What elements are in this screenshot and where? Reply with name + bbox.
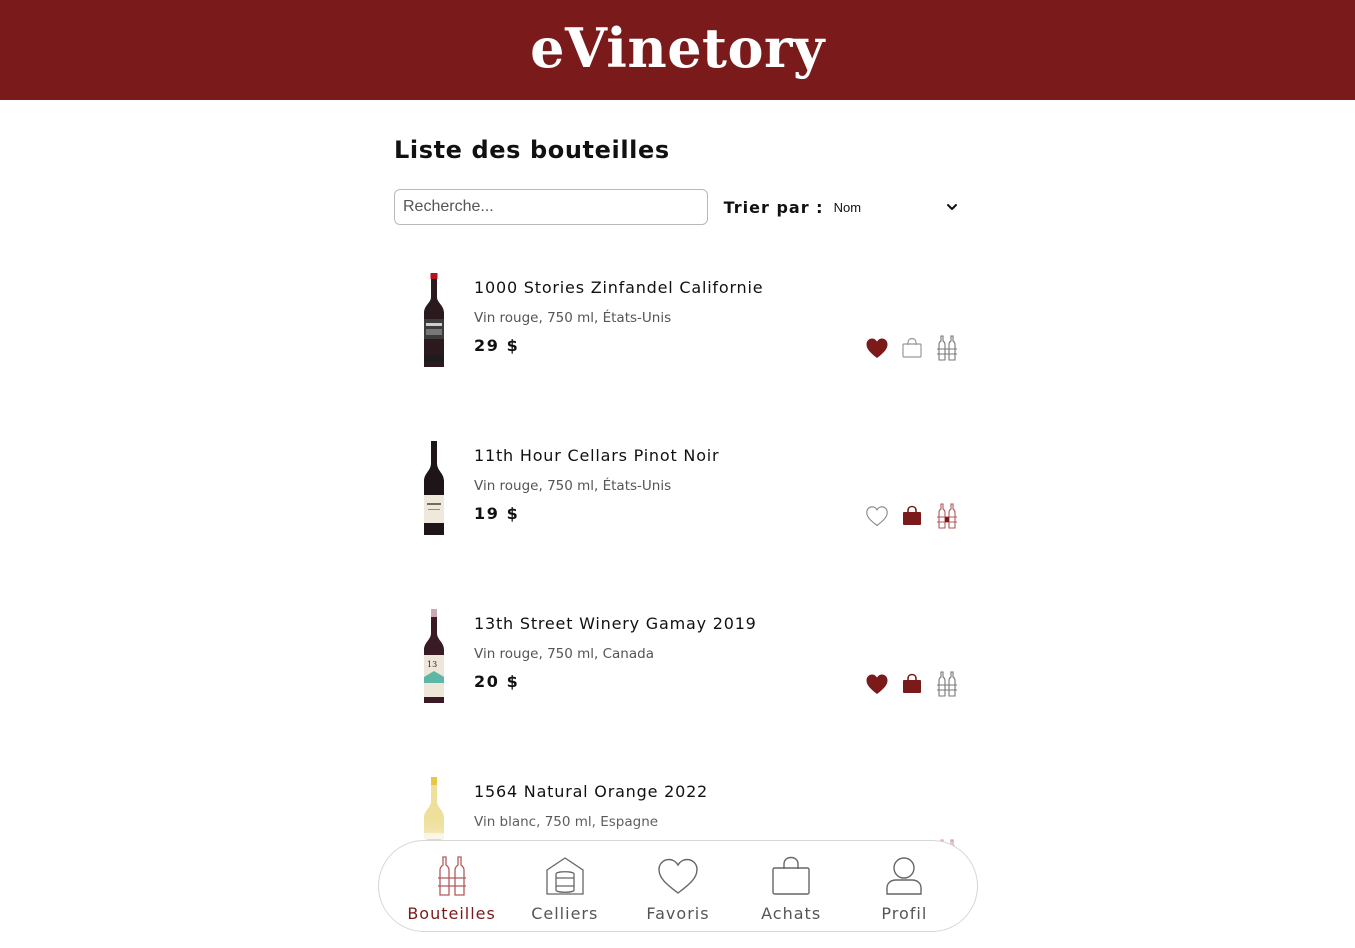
- bottle-price: 20 $: [474, 672, 520, 691]
- heart-filled-icon: [866, 338, 888, 358]
- bottle-name[interactable]: 11th Hour Cellars Pinot Noir: [474, 446, 719, 465]
- favorite-button[interactable]: [864, 503, 890, 529]
- bottle-meta: Vin rouge, 750 ml, États-Unis: [474, 478, 672, 494]
- main-content: Liste des bouteilles Trier par : Nom: [394, 120, 960, 225]
- page-title: Liste des bouteilles: [394, 136, 670, 164]
- list-item[interactable]: 1000 Stories Zinfandel Californie Vin ro…: [394, 270, 960, 438]
- nav-label: Bouteilles: [407, 904, 496, 923]
- search-input[interactable]: [394, 189, 708, 225]
- heart-icon: [656, 856, 700, 896]
- chevron-down-icon: [947, 204, 957, 210]
- list-toolbar: Trier par : Nom: [394, 189, 960, 225]
- nav-item-celliers[interactable]: Celliers: [510, 846, 620, 926]
- bottles-active-icon: [937, 503, 957, 529]
- nav-item-bouteilles[interactable]: Bouteilles: [397, 846, 507, 926]
- red-wine-bottle-icon: [424, 441, 444, 535]
- bottle-meta: Vin rouge, 750 ml, Canada: [474, 646, 654, 662]
- bottles-outline-icon: [937, 335, 957, 361]
- nav-label: Celliers: [531, 904, 599, 923]
- list-item[interactable]: 13 13th Street Winery Gamay 2019 Vin rou…: [394, 606, 960, 774]
- bottle-actions: [864, 502, 960, 530]
- svg-text:13: 13: [427, 660, 437, 669]
- bottle-name[interactable]: 1564 Natural Orange 2022: [474, 782, 708, 801]
- sort-label: Trier par :: [723, 197, 824, 217]
- heart-outline-icon: [866, 506, 888, 527]
- nav-item-achats[interactable]: Achats: [736, 846, 846, 926]
- nav-item-profil[interactable]: Profil: [849, 846, 959, 926]
- nav-label: Favoris: [646, 904, 710, 923]
- red-wine-bottle-icon: [424, 273, 444, 367]
- bottles-outline-icon: [937, 671, 957, 697]
- purchase-button[interactable]: [899, 335, 925, 361]
- purchase-button[interactable]: [899, 671, 925, 697]
- bottle-name[interactable]: 13th Street Winery Gamay 2019: [474, 614, 757, 633]
- app-header: eVinetory: [0, 0, 1355, 100]
- shopping-bag-outline-icon: [902, 337, 922, 358]
- shopping-bag-icon: [769, 856, 813, 896]
- shopping-bag-filled-icon: [903, 505, 921, 525]
- app-logo[interactable]: eVinetory: [530, 16, 825, 80]
- nav-item-favoris[interactable]: Favoris: [623, 846, 733, 926]
- cellar-button[interactable]: [934, 335, 960, 361]
- favorite-button[interactable]: [864, 335, 890, 361]
- cellar-button[interactable]: [934, 671, 960, 697]
- bottom-nav: Bouteilles Celliers Favoris Achats Profi…: [378, 840, 978, 932]
- bottle-meta: Vin rouge, 750 ml, États-Unis: [474, 310, 672, 326]
- red-wine-bottle-icon: 13: [424, 609, 444, 703]
- bottle-actions: [864, 670, 960, 698]
- bottles-icon: [430, 856, 474, 896]
- cellar-button[interactable]: [934, 503, 960, 529]
- shopping-bag-filled-icon: [903, 673, 921, 693]
- cellar-icon: [543, 856, 587, 896]
- sort-select-value: Nom: [833, 199, 862, 215]
- purchase-button[interactable]: [899, 503, 925, 529]
- bottle-name[interactable]: 1000 Stories Zinfandel Californie: [474, 278, 763, 297]
- bottle-meta: Vin blanc, 750 ml, Espagne: [474, 814, 659, 830]
- bottle-price: 19 $: [474, 504, 520, 523]
- user-icon: [882, 856, 926, 896]
- bottle-actions: [864, 334, 960, 362]
- nav-label: Profil: [881, 904, 928, 923]
- favorite-button[interactable]: [864, 671, 890, 697]
- bottle-price: 29 $: [474, 336, 520, 355]
- sort-select[interactable]: Nom: [832, 193, 960, 221]
- heart-filled-icon: [866, 674, 888, 694]
- list-item[interactable]: 11th Hour Cellars Pinot Noir Vin rouge, …: [394, 438, 960, 606]
- nav-label: Achats: [761, 904, 822, 923]
